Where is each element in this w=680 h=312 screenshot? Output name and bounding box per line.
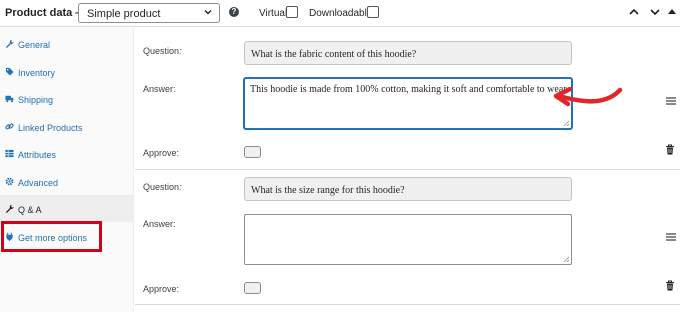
sidebar-item-label: Shipping <box>18 95 54 105</box>
qa-panel: Question: What is the fabric content of … <box>135 28 680 312</box>
sidebar-item-inventory[interactable]: Inventory <box>0 58 133 85</box>
question-text: What is the fabric content of this hoodi… <box>251 49 417 60</box>
approve-toggle[interactable] <box>244 282 261 294</box>
question-field: What is the size range for this hoodie? <box>244 177 572 201</box>
sidebar-item-label: Q & A <box>18 205 42 215</box>
resize-handle-icon[interactable] <box>563 120 569 126</box>
question-label: Question: <box>143 182 182 192</box>
help-icon[interactable]: ? <box>229 7 239 17</box>
sidebar-item-label: Inventory <box>18 68 56 78</box>
sidebar-item-label: Advanced <box>18 178 59 188</box>
link-icon <box>5 123 14 130</box>
approve-label: Approve: <box>143 148 180 158</box>
question-field: What is the fabric content of this hoodi… <box>244 41 572 65</box>
drag-handle-icon[interactable] <box>666 233 676 241</box>
virtual-checkbox[interactable] <box>286 6 298 18</box>
approve-toggle[interactable] <box>244 146 261 158</box>
answer-label: Answer: <box>143 84 176 94</box>
answer-textarea[interactable] <box>244 214 572 265</box>
chevron-up-icon[interactable] <box>628 7 640 17</box>
question-text: What is the size range for this hoodie? <box>251 185 405 196</box>
product-type-value: Simple product <box>87 8 161 20</box>
gear-icon <box>5 177 14 186</box>
product-type-select[interactable]: Simple product <box>78 3 220 23</box>
sidebar-item-label: Attributes <box>18 150 57 160</box>
sidebar-item-label: Linked Products <box>18 123 83 133</box>
answer-textarea[interactable]: This hoodie is made from 100% cotton, ma… <box>244 78 572 129</box>
sidebar-item-q-and-a[interactable]: Q & A <box>0 195 133 222</box>
answer-label: Answer: <box>143 219 176 229</box>
chevron-down-icon[interactable] <box>649 7 661 17</box>
sidebar-item-linked-products[interactable]: Linked Products <box>0 113 133 140</box>
sidebar-item-advanced[interactable]: Advanced <box>0 168 133 195</box>
caret-up-icon[interactable] <box>666 7 678 17</box>
chevron-down-icon <box>204 10 212 15</box>
approve-label: Approve: <box>143 284 180 294</box>
table-icon <box>5 149 14 158</box>
product-data-header: Product data — Simple product ? Virtual:… <box>0 0 680 27</box>
downloadable-label: Downloadable: <box>309 8 376 19</box>
tag-icon <box>5 67 14 76</box>
sidebar-item-attributes[interactable]: Attributes <box>0 140 133 167</box>
wrench-icon <box>5 39 14 48</box>
product-data-title: Product data — <box>5 7 87 19</box>
resize-handle-icon[interactable] <box>563 256 569 262</box>
qa-entry: Question: What is the size range for thi… <box>135 170 680 305</box>
annotation-arrow-icon <box>553 87 623 107</box>
truck-icon <box>5 95 14 103</box>
drag-handle-icon[interactable] <box>666 97 676 105</box>
trash-icon[interactable] <box>665 280 675 291</box>
downloadable-checkbox[interactable] <box>367 6 379 18</box>
sidebar-item-label: General <box>18 40 51 50</box>
q-and-a-highlight-annotation <box>1 221 102 252</box>
sidebar-item-general[interactable]: General <box>0 30 133 57</box>
question-label: Question: <box>143 46 182 56</box>
sidebar-item-shipping[interactable]: Shipping <box>0 85 133 112</box>
product-data-tabs: General Inventory Shipping Linked Produc… <box>0 28 134 312</box>
trash-icon[interactable] <box>665 144 675 155</box>
wrench-icon <box>5 204 14 213</box>
answer-text: This hoodie is made from 100% cotton, ma… <box>250 84 569 95</box>
